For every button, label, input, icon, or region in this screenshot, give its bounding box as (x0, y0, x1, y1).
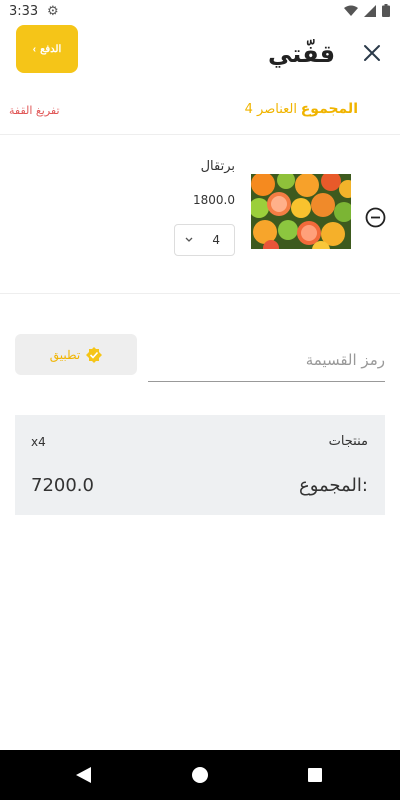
brand-title: قفّتي (268, 40, 336, 68)
gear-icon: ⚙ (47, 4, 59, 19)
quantity-value: 4 (212, 233, 220, 247)
checkout-button[interactable]: ‹ الدفع (16, 25, 78, 73)
verified-badge-icon (86, 346, 103, 363)
remove-item-icon[interactable] (365, 207, 386, 228)
checkout-label: الدفع (40, 43, 62, 55)
status-icons (344, 4, 390, 17)
products-count: x4 (31, 435, 46, 449)
items-count: 4 العناصر (244, 102, 297, 117)
divider (0, 293, 400, 294)
chevron-down-icon (185, 237, 193, 242)
sum-label: المجموع: (298, 475, 368, 496)
cart-summary-line: تفريغ القفة 4 العناصر المجموع (0, 100, 400, 122)
status-time: 3:33 (9, 4, 39, 19)
back-icon[interactable] (76, 767, 91, 783)
apply-coupon-button[interactable]: تطبيق (15, 334, 137, 375)
system-nav-bar (0, 750, 400, 800)
product-image (251, 174, 351, 249)
close-icon[interactable] (361, 42, 383, 64)
status-bar: 3:33 ⚙ (0, 0, 400, 24)
products-label: منتجات (328, 434, 368, 449)
recent-apps-icon[interactable] (308, 768, 322, 782)
clear-cart-link[interactable]: تفريغ القفة (9, 104, 60, 117)
sum-value: 7200.0 (31, 475, 94, 496)
divider (0, 134, 400, 135)
quantity-select[interactable]: 4 (174, 224, 235, 256)
signal-icon (364, 4, 376, 17)
total-label: المجموع (300, 101, 358, 117)
app-header: ‹ الدفع قفّتي (0, 24, 400, 84)
order-summary-card: منتجات x4 المجموع: 7200.0 (15, 415, 385, 515)
apply-label: تطبيق (49, 347, 81, 362)
wifi-icon (344, 5, 358, 16)
item-price: 1800.0 (193, 193, 235, 207)
battery-icon (382, 4, 390, 17)
home-icon[interactable] (192, 767, 208, 783)
item-name: برتقال (200, 159, 235, 174)
chevron-left-icon: ‹ (32, 43, 37, 55)
coupon-input[interactable] (148, 338, 385, 382)
